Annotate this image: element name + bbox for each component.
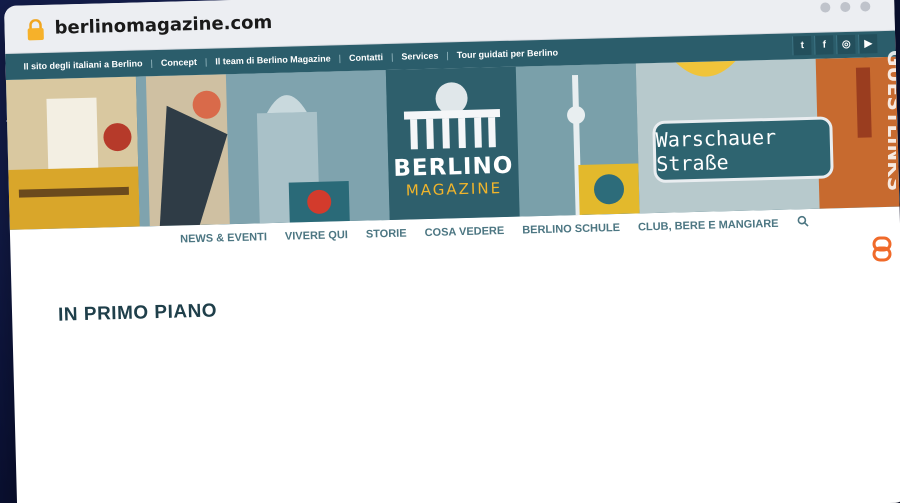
window-dot[interactable]	[860, 1, 871, 12]
facebook-icon[interactable]: f	[814, 35, 834, 55]
url-text[interactable]: berlinomagazine.com	[54, 12, 272, 39]
nav-cosa-vedere[interactable]: COSA VEDERE	[424, 225, 504, 239]
berlin-skyline-illustration	[145, 74, 350, 227]
browser-window: berlinomagazine.com Il sito degli italia…	[4, 0, 900, 503]
chain-link-icon	[872, 236, 892, 262]
divider: |	[150, 58, 154, 69]
top-link-concept[interactable]: Concept	[161, 57, 197, 68]
logo-subtitle: MAGAZINE	[405, 179, 503, 200]
tv-tower-illustration	[567, 74, 640, 216]
nav-news-eventi[interactable]: NEWS & EVENTI	[180, 231, 267, 245]
divider: |	[204, 56, 208, 67]
top-link-tour[interactable]: Tour guidati per Berlino	[457, 48, 559, 61]
instagram-icon[interactable]: ◎	[836, 34, 856, 55]
watermark-text: GUESTLINKS	[883, 50, 896, 191]
social-links: t f ◎ ▶	[792, 34, 878, 56]
divider: |	[338, 53, 342, 64]
top-link-contatti[interactable]: Contatti	[349, 52, 383, 63]
divider: |	[390, 51, 394, 62]
nav-club-bere-mangiare[interactable]: CLUB, BERE E MANGIARE	[638, 218, 779, 234]
top-link-il-sito[interactable]: Il sito degli italiani a Berlino	[23, 58, 142, 71]
typewriter-illustration	[8, 97, 140, 230]
divider: |	[446, 50, 449, 61]
top-link-team[interactable]: Il team di Berlino Magazine	[215, 53, 331, 66]
search-icon[interactable]	[796, 215, 809, 227]
banner-illustration	[515, 63, 640, 217]
logo-title: BERLINO	[393, 152, 514, 182]
banner-illustration	[135, 70, 390, 227]
twitter-icon[interactable]: t	[792, 35, 812, 56]
window-dot[interactable]	[840, 1, 851, 13]
guestlinks-watermark: GUESTLINKS	[872, 50, 896, 262]
warschauer-strasse-sign: Warschauer Straße	[652, 116, 834, 184]
site-logo[interactable]: BERLINO MAGAZINE	[385, 66, 520, 220]
nav-vivere-qui[interactable]: VIVERE QUI	[285, 229, 348, 243]
lock-icon	[27, 18, 44, 41]
nav-berlino-schule[interactable]: BERLINO SCHULE	[522, 222, 620, 237]
header-banner: BERLINO MAGAZINE Warschauer Straße	[5, 56, 900, 230]
section-title: IN PRIMO PIANO	[57, 300, 218, 326]
window-dot[interactable]	[820, 2, 831, 13]
banner-illustration	[5, 76, 140, 230]
nav-storie[interactable]: STORIE	[366, 228, 407, 241]
brandenburg-gate-icon	[403, 82, 501, 150]
top-link-services[interactable]: Services	[401, 51, 438, 62]
